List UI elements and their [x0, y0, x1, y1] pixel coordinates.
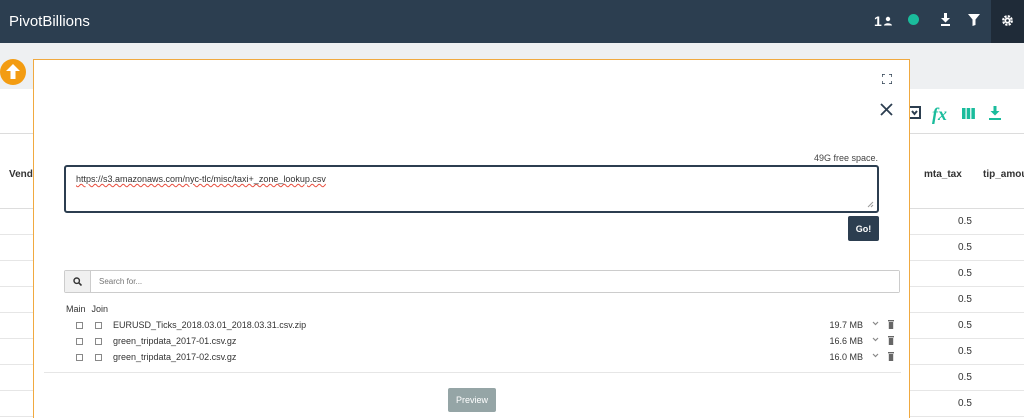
- join-column-label: Join: [91, 304, 109, 314]
- user-icon: [883, 16, 892, 26]
- main-checkbox[interactable]: [76, 338, 83, 345]
- trash-icon[interactable]: [888, 336, 894, 345]
- search-addon: [65, 271, 91, 292]
- file-name[interactable]: green_tripdata_2017-02.csv.gz: [113, 352, 236, 362]
- filter-icon[interactable]: [968, 14, 980, 26]
- download-icon[interactable]: [940, 13, 951, 26]
- join-checkbox[interactable]: [95, 354, 102, 361]
- upload-button[interactable]: [0, 59, 26, 85]
- mta-tax-cell: 0.5: [958, 398, 972, 409]
- main-checkbox[interactable]: [76, 354, 83, 361]
- close-icon[interactable]: [880, 103, 893, 116]
- column-header-mta-tax[interactable]: mta_tax: [924, 169, 962, 180]
- expand-icon[interactable]: [882, 74, 892, 84]
- join-checkbox[interactable]: [95, 322, 102, 329]
- trash-icon[interactable]: [888, 320, 894, 329]
- search-input[interactable]: [91, 271, 899, 292]
- resize-grip-icon[interactable]: [867, 201, 874, 208]
- mta-tax-cell: 0.5: [958, 268, 972, 279]
- file-size: 16.0 MB: [829, 352, 863, 362]
- join-checkbox[interactable]: [95, 338, 102, 345]
- top-navbar: PivotBillions 1: [0, 0, 1024, 43]
- mta-tax-cell: 0.5: [958, 346, 972, 357]
- free-space-label: 49G free space.: [813, 153, 878, 163]
- formula-icon[interactable]: fx: [932, 104, 947, 125]
- arrow-up-icon: [6, 64, 20, 79]
- gear-icon: [1002, 15, 1013, 26]
- file-size: 16.6 MB: [829, 336, 863, 346]
- main-checkbox[interactable]: [76, 322, 83, 329]
- main-column-label: Main: [66, 304, 86, 314]
- file-list-header: Main Join: [66, 304, 114, 314]
- column-header-vendor[interactable]: Vend: [9, 169, 33, 180]
- url-input[interactable]: https://s3.amazonaws.com/nyc-tlc/misc/ta…: [64, 165, 879, 213]
- search-icon: [73, 277, 82, 286]
- chevron-down-icon[interactable]: [872, 337, 879, 342]
- file-list-divider: [44, 372, 901, 373]
- column-header-tip-amount[interactable]: tip_amount: [983, 169, 1024, 180]
- trash-icon[interactable]: [888, 352, 894, 361]
- mta-tax-cell: 0.5: [958, 216, 972, 227]
- file-size: 19.7 MB: [829, 320, 863, 330]
- file-name[interactable]: green_tripdata_2017-01.csv.gz: [113, 336, 236, 346]
- download-data-icon[interactable]: [989, 106, 1001, 120]
- mta-tax-cell: 0.5: [958, 242, 972, 253]
- user-count[interactable]: 1: [874, 13, 893, 29]
- file-search: [64, 270, 900, 293]
- file-loader-modal: 49G free space. https://s3.amazonaws.com…: [33, 59, 910, 418]
- file-name[interactable]: EURUSD_Ticks_2018.03.01_2018.03.31.csv.z…: [113, 320, 306, 330]
- file-list-item: EURUSD_Ticks_2018.03.01_2018.03.31.csv.z…: [64, 318, 894, 334]
- settings-button[interactable]: [991, 0, 1024, 43]
- preview-button[interactable]: Preview: [448, 388, 496, 412]
- chevron-down-icon[interactable]: [872, 353, 879, 358]
- file-list-item: green_tripdata_2017-02.csv.gz 16.0 MB: [64, 350, 894, 366]
- user-count-label: 1: [874, 13, 882, 29]
- mta-tax-cell: 0.5: [958, 320, 972, 331]
- url-input-value: https://s3.amazonaws.com/nyc-tlc/misc/ta…: [76, 174, 326, 184]
- app-title[interactable]: PivotBillions: [9, 13, 90, 30]
- columns-icon[interactable]: [962, 108, 975, 119]
- file-list-item: green_tripdata_2017-01.csv.gz 16.6 MB: [64, 334, 894, 350]
- go-button[interactable]: Go!: [848, 216, 879, 241]
- status-indicator: [908, 14, 919, 25]
- mta-tax-cell: 0.5: [958, 372, 972, 383]
- mta-tax-cell: 0.5: [958, 294, 972, 305]
- chevron-down-icon[interactable]: [872, 321, 879, 326]
